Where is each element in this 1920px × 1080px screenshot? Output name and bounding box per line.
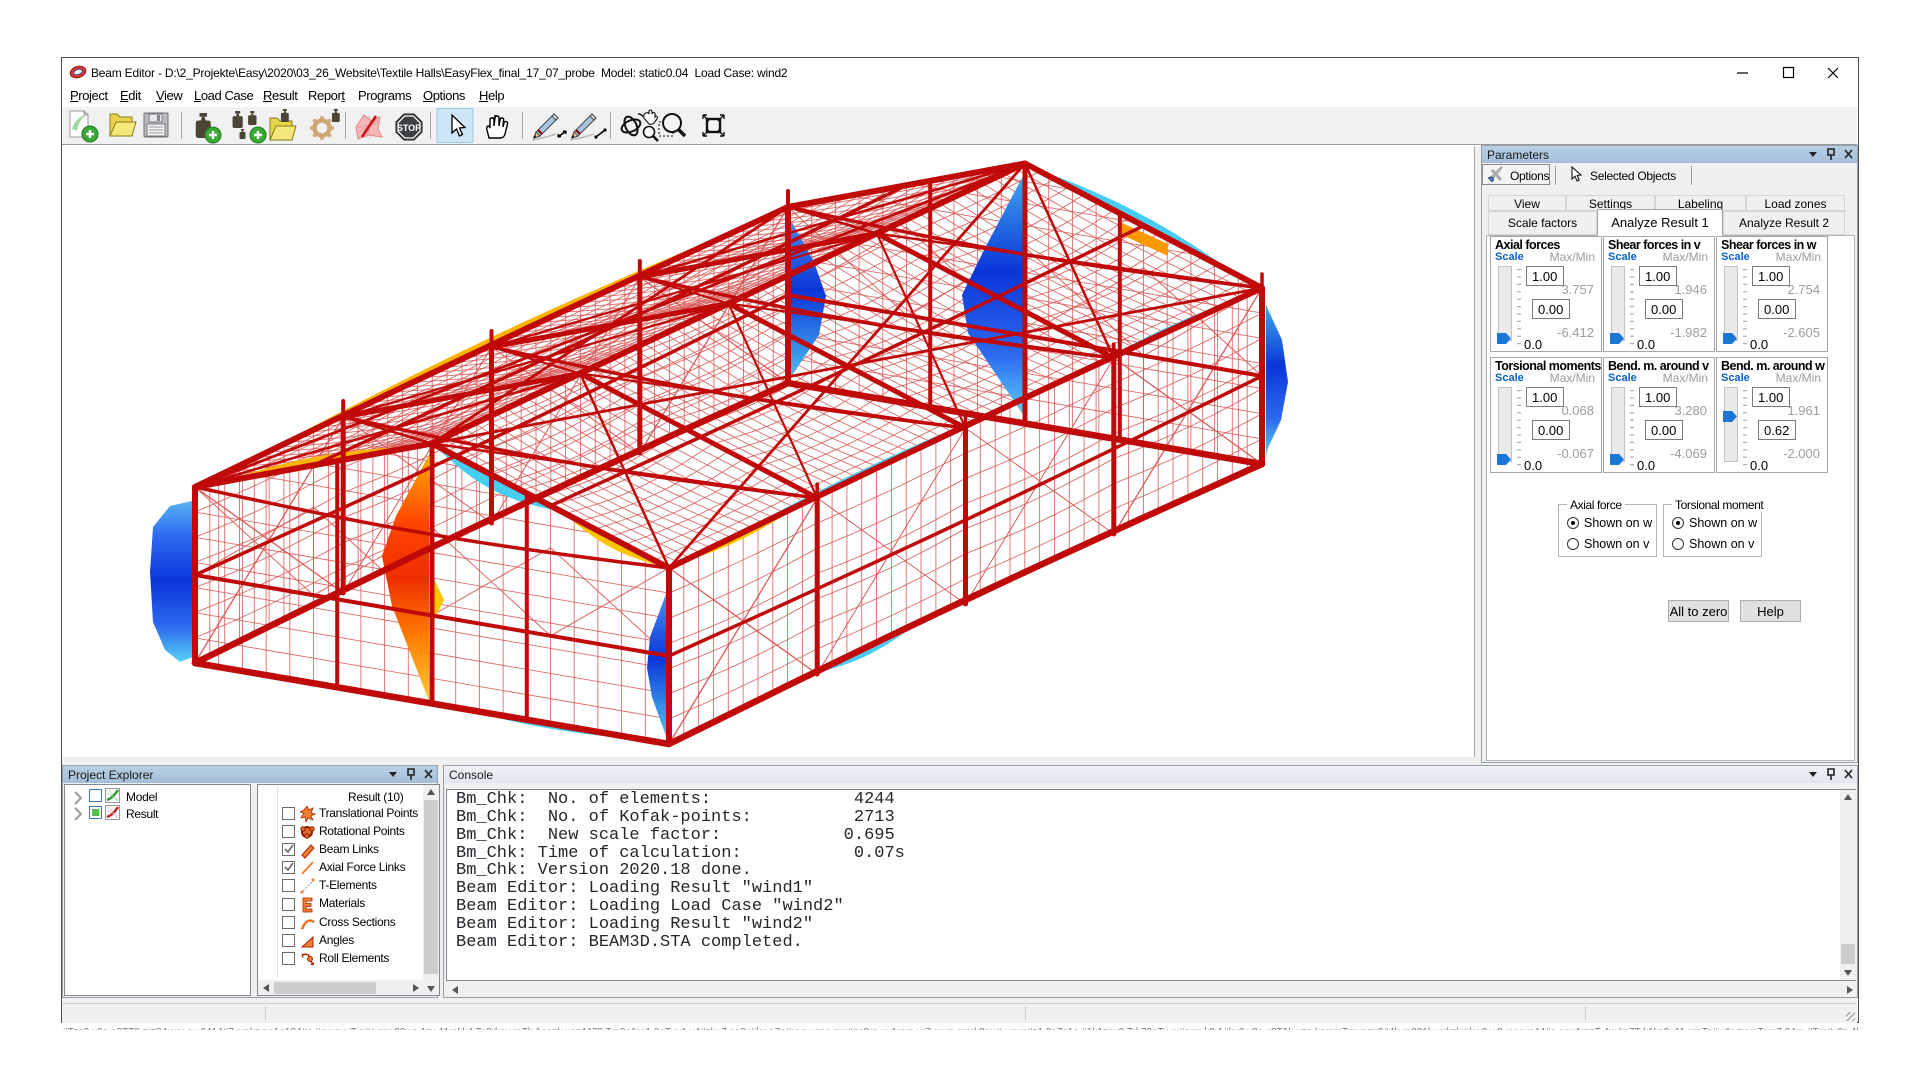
svg-text:STOP: STOP <box>397 123 421 133</box>
